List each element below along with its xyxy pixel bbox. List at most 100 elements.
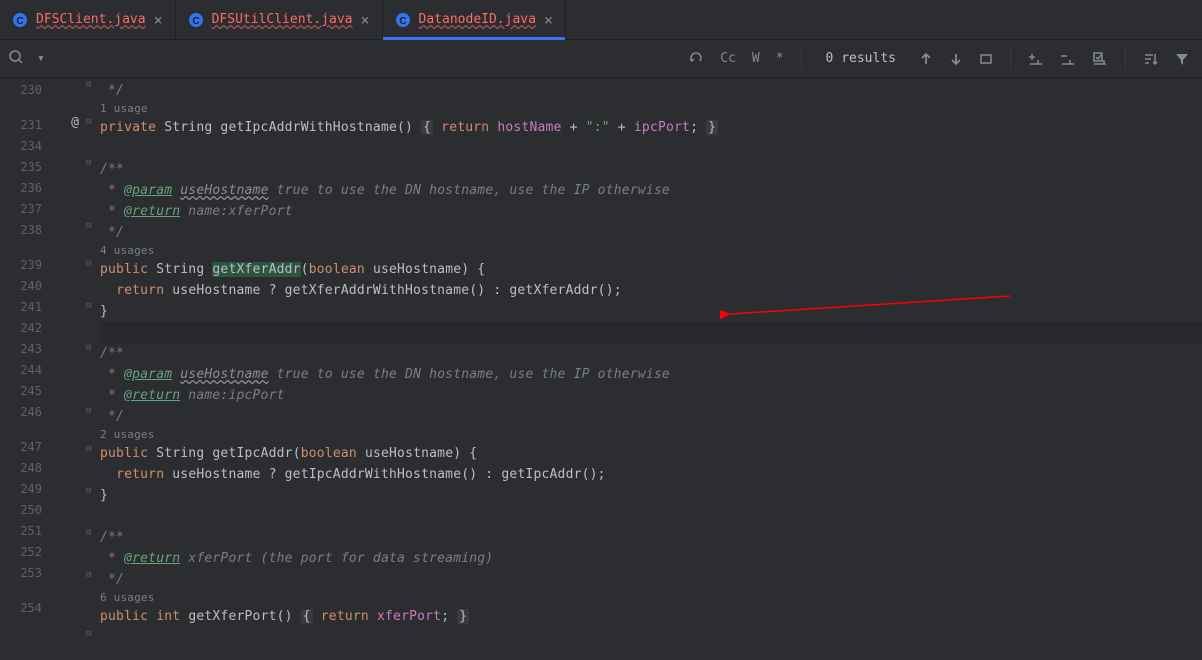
usage-hint[interactable]: 6 usages: [100, 590, 1202, 606]
code-text: */: [108, 83, 124, 98]
code-text: /**: [100, 162, 124, 177]
fold-icon[interactable]: ⊟: [86, 158, 91, 168]
code-text: private: [100, 120, 156, 135]
usage-hint[interactable]: 4 usages: [100, 243, 1202, 259]
code-area[interactable]: */ 1 usage private String getIpcAddrWith…: [100, 78, 1202, 660]
search-icon[interactable]: [8, 49, 24, 69]
fold-icon[interactable]: ⊟: [86, 629, 91, 639]
line-number: 242: [0, 318, 42, 339]
tab-dfsclient[interactable]: C DFSClient.java ×: [0, 0, 176, 39]
words-button[interactable]: W: [747, 48, 765, 69]
svg-text:C: C: [16, 16, 23, 27]
code-text: int: [156, 609, 180, 624]
line-number: 238: [0, 220, 42, 241]
code-text: return: [321, 609, 369, 624]
fold-icon[interactable]: ⊟: [86, 117, 91, 127]
divider: [801, 49, 802, 69]
fold-icon[interactable]: ⊟: [86, 259, 91, 269]
fold-icon[interactable]: ⊟: [86, 444, 91, 454]
fold-icon[interactable]: ⊟: [86, 343, 91, 353]
code-text: */: [100, 572, 124, 587]
fold-icon[interactable]: ⊟: [86, 406, 91, 416]
line-number: 240: [0, 276, 42, 297]
code-text: public: [100, 262, 148, 277]
tab-label: DatanodeID.java: [419, 12, 536, 27]
code-text: @return: [124, 204, 180, 219]
close-icon[interactable]: ×: [361, 11, 370, 29]
code-text: getXferPort: [188, 609, 276, 624]
code-text: @param: [124, 367, 172, 382]
code-text: *: [100, 551, 124, 566]
fold-icon[interactable]: ⊟: [86, 528, 91, 538]
code-text: */: [100, 409, 124, 424]
usage-hint[interactable]: 2 usages: [100, 427, 1202, 443]
fold-icon[interactable]: ⊟: [86, 221, 91, 231]
prev-occurrence-icon[interactable]: [683, 48, 709, 70]
line-number: 241: [0, 297, 42, 318]
java-class-icon: C: [12, 12, 28, 28]
code-text: ":": [586, 120, 610, 135]
line-number: 235: [0, 157, 42, 178]
match-case-button[interactable]: Cc: [715, 48, 741, 69]
code-text: String: [156, 262, 204, 277]
line-number: 251: [0, 521, 42, 542]
code-text: String: [156, 446, 204, 461]
code-text: *: [100, 367, 124, 382]
code-text: /**: [100, 346, 124, 361]
code-text: getIpcAddrWithHostname: [220, 120, 397, 135]
tab-label: DFSUtilClient.java: [212, 12, 353, 27]
fold-icon[interactable]: ⊟: [86, 80, 91, 90]
code-text: return: [116, 283, 164, 298]
override-marker[interactable]: @: [50, 115, 100, 130]
svg-text:C: C: [399, 16, 406, 27]
tab-datanodeid[interactable]: C DatanodeID.java ×: [383, 0, 566, 39]
filter-icon[interactable]: [1170, 49, 1194, 69]
marker-gutter: @ ⊟ ⊟ ⊟ ⊟ ⊟ ⊟ ⊟ ⊟ ⊟ ⊟ ⊟ ⊟ ⊟: [50, 78, 100, 660]
tab-dfsutilclient[interactable]: C DFSUtilClient.java ×: [176, 0, 383, 39]
select-all-occurrences-icon[interactable]: [1087, 48, 1113, 70]
line-number: 252: [0, 542, 42, 563]
code-text: *: [100, 204, 124, 219]
code-text: useHostname: [180, 367, 268, 382]
usage-hint[interactable]: 1 usage: [100, 101, 1202, 117]
code-text: xferPort: [377, 609, 441, 624]
line-number: 246: [0, 402, 42, 423]
code-text: useHostname: [373, 262, 461, 277]
svg-text:C: C: [192, 16, 199, 27]
line-number: 231: [0, 115, 42, 136]
remove-selection-icon[interactable]: [1055, 48, 1081, 70]
fold-icon[interactable]: ⊟: [86, 301, 91, 311]
code-text: true to use the DN hostname, use the IP …: [269, 367, 670, 382]
close-icon[interactable]: ×: [154, 11, 163, 29]
prev-match-icon[interactable]: [914, 49, 938, 69]
code-text: getIpcAddr: [212, 446, 292, 461]
code-text: *: [100, 388, 124, 403]
code-text: +: [562, 120, 586, 135]
code-text: /**: [100, 530, 124, 545]
select-all-icon[interactable]: [974, 49, 998, 69]
regex-button[interactable]: *: [771, 48, 789, 69]
dropdown-icon[interactable]: ▾: [32, 48, 50, 69]
line-number: 250: [0, 500, 42, 521]
code-text: true to use the DN hostname, use the IP …: [269, 183, 670, 198]
next-match-icon[interactable]: [944, 49, 968, 69]
code-editor[interactable]: 230 231 234 235 236 237 238 239 240 241 …: [0, 78, 1202, 660]
code-text: }: [100, 488, 108, 503]
fold-icon[interactable]: ⊟: [86, 486, 91, 496]
add-selection-icon[interactable]: [1023, 48, 1049, 70]
code-text: useHostname ? getIpcAddrWithHostname() :…: [164, 467, 605, 482]
code-text: name:ipcPort: [180, 388, 284, 403]
code-text: ipcPort: [634, 120, 690, 135]
code-text: @return: [124, 551, 180, 566]
code-text: +: [610, 120, 634, 135]
code-text: public: [100, 446, 148, 461]
filter-settings-icon[interactable]: [1138, 48, 1164, 70]
line-number: 234: [0, 136, 42, 157]
code-text: return: [116, 467, 164, 482]
code-text: @return: [124, 388, 180, 403]
fold-icon[interactable]: ⊟: [86, 570, 91, 580]
code-text: String: [164, 120, 212, 135]
line-number: 230: [0, 80, 42, 101]
line-number: 236: [0, 178, 42, 199]
close-icon[interactable]: ×: [544, 11, 553, 29]
